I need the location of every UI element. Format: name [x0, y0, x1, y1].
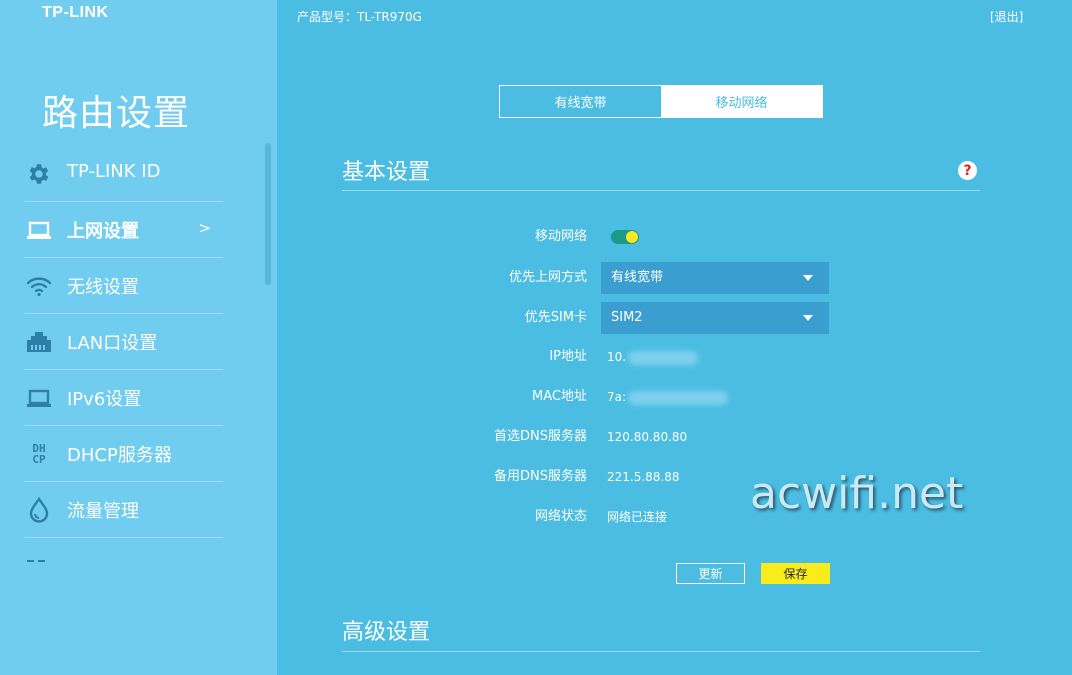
preferred-method-select[interactable]: 有线宽带	[601, 262, 829, 294]
sidebar-item-traffic[interactable]: 流量管理	[24, 482, 223, 538]
redacted-blur	[628, 390, 729, 405]
ip-value: 10.	[607, 341, 699, 373]
sidebar-menu: TP-LINK ID 上网设置 > 无线设置 LAN口设置 IPv6设置 DH …	[24, 146, 223, 538]
sidebar-item-ipv6[interactable]: IPv6设置	[24, 370, 223, 426]
mobile-network-label: 移动网络	[534, 229, 587, 244]
caret-down-icon	[803, 275, 813, 281]
preferred-method-value: 有线宽带	[611, 270, 664, 285]
lan-port-icon	[24, 327, 54, 357]
tab-wired-broadband[interactable]: 有线宽带	[500, 86, 661, 117]
preferred-sim-label: 优先SIM卡	[524, 310, 587, 325]
laptop-icon	[24, 215, 54, 245]
sidebar-item-internet[interactable]: 上网设置 >	[24, 202, 223, 258]
sidebar-item-label: DHCP服务器	[67, 445, 172, 466]
mac-label: MAC地址	[532, 389, 587, 404]
save-button[interactable]: 保存	[761, 563, 830, 584]
section-title-basic: 基本设置	[342, 160, 431, 185]
mac-value-text: 7a:	[607, 390, 627, 404]
refresh-button[interactable]: 更新	[676, 563, 745, 584]
water-drop-icon	[24, 495, 54, 525]
logout-link[interactable]: [退出]	[990, 8, 1023, 25]
dns1-label: 首选DNS服务器	[494, 429, 587, 444]
dhcp-icon-text: CP	[32, 453, 46, 466]
gear-icon	[24, 159, 54, 189]
wifi-icon	[24, 271, 54, 301]
sidebar-item-lan[interactable]: LAN口设置	[24, 314, 223, 370]
chevron-right-icon: >	[198, 219, 211, 237]
dns2-label: 备用DNS服务器	[494, 469, 587, 484]
status-value: 网络已连接	[607, 510, 668, 524]
form-row-mobile-network: 移动网络	[342, 221, 980, 253]
form-row-dns1: 首选DNS服务器 120.80.80.80	[342, 421, 980, 453]
preferred-method-label: 优先上网方式	[508, 270, 587, 285]
sidebar-item-tplink-id[interactable]: TP-LINK ID	[24, 146, 223, 202]
sidebar-item-wireless[interactable]: 无线设置	[24, 258, 223, 314]
redacted-blur	[628, 350, 699, 365]
dns2-value: 221.5.88.88	[607, 470, 680, 484]
form-row-mac: MAC地址 7a:	[342, 381, 980, 413]
laptop-icon	[24, 383, 54, 413]
ip-value-text: 10.	[607, 350, 627, 364]
preferred-sim-select[interactable]: SIM2	[601, 302, 829, 334]
sidebar-item-label: LAN口设置	[67, 333, 158, 354]
divider	[342, 651, 980, 652]
sidebar-item-label: 上网设置	[67, 221, 139, 242]
sidebar-item-label: TP-LINK ID	[67, 161, 161, 182]
preferred-sim-value: SIM2	[611, 310, 643, 325]
sidebar: TP-LINK 路由设置 TP-LINK ID 上网设置 > 无线设置 LAN口…	[0, 0, 277, 675]
status-label: 网络状态	[534, 509, 587, 524]
mobile-network-toggle[interactable]	[611, 230, 639, 244]
sidebar-item-label: IPv6设置	[67, 389, 142, 410]
sidebar-scrollbar[interactable]	[265, 143, 271, 285]
divider	[342, 190, 980, 191]
tp-link-logo: TP-LINK	[42, 4, 109, 21]
dhcp-icon: DH CP	[24, 439, 54, 469]
sidebar-item-label: 无线设置	[67, 277, 139, 298]
toggle-knob	[626, 231, 638, 243]
caret-down-icon	[803, 315, 813, 321]
section-title-advanced: 高级设置	[342, 620, 431, 645]
sidebar-item-dhcp[interactable]: DH CP DHCP服务器	[24, 426, 223, 482]
help-icon[interactable]: ?	[958, 161, 977, 180]
ip-label: IP地址	[549, 349, 587, 364]
network-tabs: 有线宽带 移动网络	[499, 85, 823, 118]
sidebar-item-partial[interactable]	[24, 549, 54, 562]
product-model: 产品型号：TL-TR970G	[297, 10, 422, 24]
form-row-ip: IP地址 10.	[342, 341, 980, 373]
mac-value: 7a:	[607, 381, 729, 413]
sidebar-item-label: 流量管理	[67, 501, 139, 522]
sidebar-title: 路由设置	[42, 93, 191, 134]
dns1-value: 120.80.80.80	[607, 430, 688, 444]
watermark-text: acwifi.net	[750, 468, 964, 519]
tab-mobile-network[interactable]: 移动网络	[661, 86, 822, 117]
